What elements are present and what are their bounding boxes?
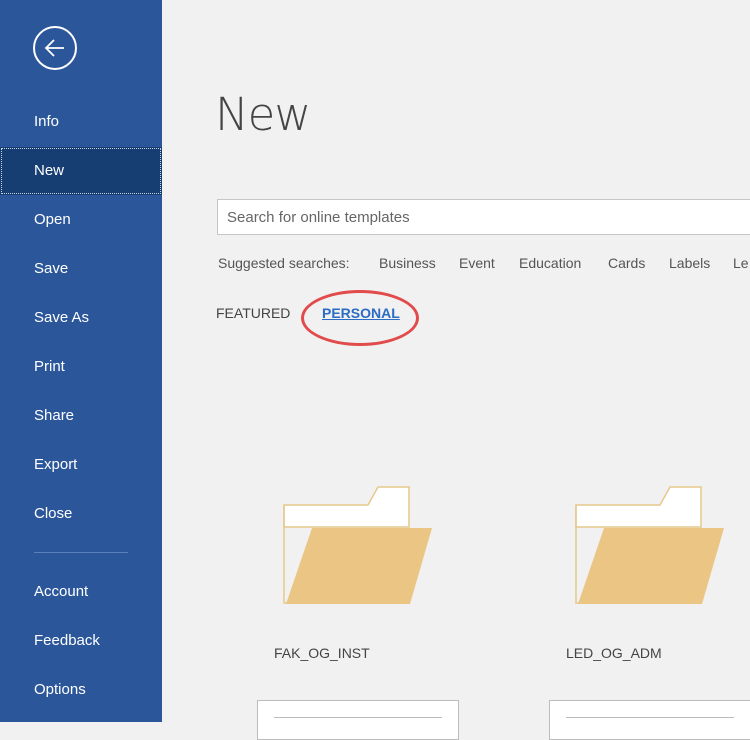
folder-name: FAK_OG_INST: [274, 645, 370, 661]
sidebar-divider: [34, 552, 128, 553]
nav-item-export[interactable]: Export: [0, 441, 162, 489]
nav-item-share[interactable]: Share: [0, 392, 162, 440]
nav-item-feedback[interactable]: Feedback: [0, 617, 162, 665]
folder-name: LED_OG_ADM: [566, 645, 662, 661]
nav-item-options[interactable]: Options: [0, 666, 162, 714]
folder-icon: [575, 486, 724, 604]
suggested-link-labels[interactable]: Labels: [669, 255, 710, 271]
folder-tile[interactable]: LED_OG_ADM: [564, 485, 750, 661]
template-search-input[interactable]: [218, 200, 750, 234]
nav-item-save[interactable]: Save: [0, 245, 162, 293]
tab-featured[interactable]: FEATURED: [216, 305, 290, 321]
nav-item-account[interactable]: Account: [0, 568, 162, 616]
nav-item-open[interactable]: Open: [0, 196, 162, 244]
nav-item-close[interactable]: Close: [0, 490, 162, 538]
folder-tile[interactable]: FAK_OG_INST: [272, 485, 472, 661]
suggested-link-cards[interactable]: Cards: [608, 255, 645, 271]
highlight-annotation: [301, 290, 419, 346]
nav-item-info[interactable]: Info: [0, 98, 162, 146]
suggested-link-letters[interactable]: Le: [733, 255, 749, 271]
page-title: New: [215, 88, 311, 141]
suggested-link-business[interactable]: Business: [379, 255, 436, 271]
folder-icon: [283, 486, 432, 604]
suggested-link-education[interactable]: Education: [519, 255, 581, 271]
nav-item-print[interactable]: Print: [0, 343, 162, 391]
suggested-link-event[interactable]: Event: [459, 255, 495, 271]
nav-item-new[interactable]: New: [0, 147, 162, 195]
back-arrow-icon: [44, 39, 64, 57]
template-card[interactable]: [257, 700, 459, 740]
backstage-sidebar: Info New Open Save Save As Print Share E…: [0, 0, 162, 722]
suggested-searches-label: Suggested searches:: [218, 255, 350, 271]
template-search-box[interactable]: [217, 199, 750, 235]
nav-item-save-as[interactable]: Save As: [0, 294, 162, 342]
back-button[interactable]: [33, 26, 77, 70]
template-card[interactable]: [549, 700, 750, 740]
